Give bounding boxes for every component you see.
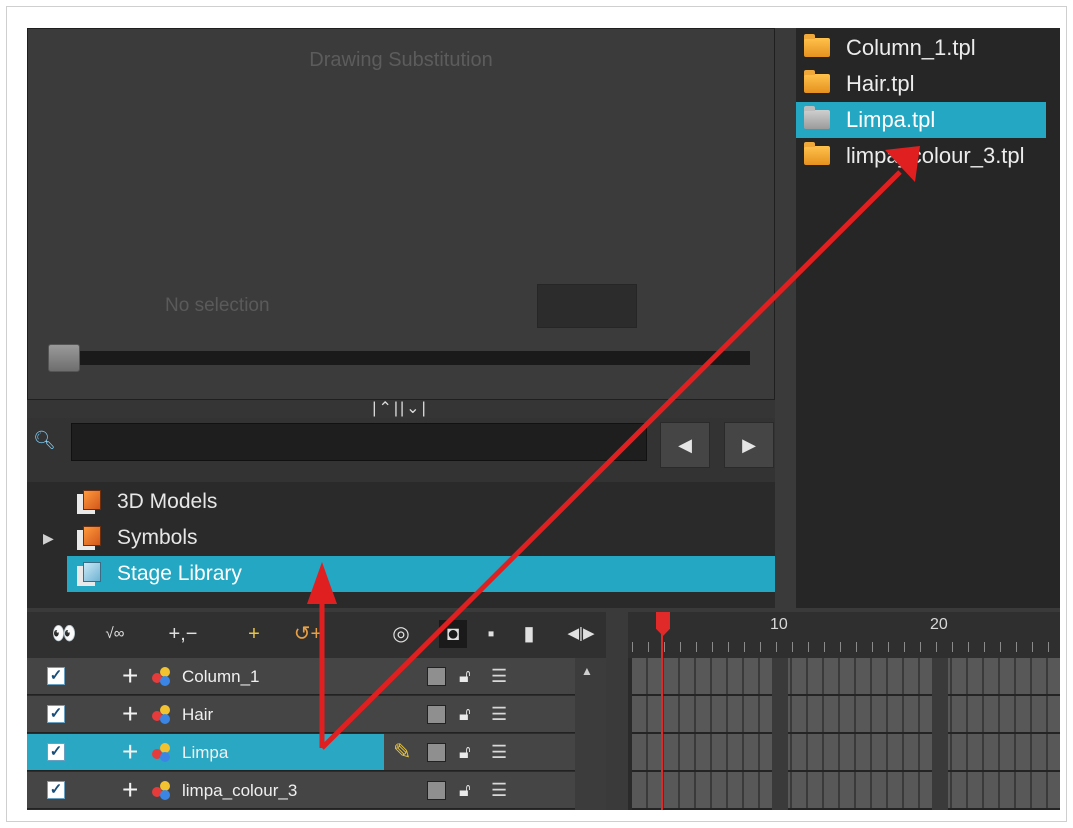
tree-item-stage-library[interactable]: Stage Library: [67, 556, 775, 592]
layer-stack-icon[interactable]: ☰: [491, 778, 507, 802]
layer-visibility-checkbox[interactable]: ✓: [47, 705, 65, 723]
peg-plus-icon: +: [122, 660, 139, 691]
folder-icon: [804, 34, 830, 57]
library-tree: 3D Models ▶ Symbols Stage Library: [27, 482, 775, 608]
lock-icon[interactable]: 🔓︎: [459, 664, 471, 688]
expand-arrow-icon[interactable]: ▶: [43, 520, 54, 556]
layer-stack-icon[interactable]: ☰: [491, 740, 507, 764]
search-icon: 🔍︎: [33, 430, 56, 450]
lock-icon[interactable]: 🔓︎: [459, 740, 471, 764]
pencil-icon: ✎: [393, 739, 412, 764]
layer-color-swatch[interactable]: [427, 743, 446, 762]
frame-number: 10: [770, 616, 788, 633]
layer-list: ✓ + Column_1 🔓︎ ☰ ✓ + Hair 🔓︎ ☰ ✓ + Limp…: [27, 658, 575, 810]
expand-collapse-icon[interactable]: ◀|▶: [563, 620, 599, 648]
layer-visibility-checkbox[interactable]: ✓: [47, 743, 65, 761]
show-hide-all-icon[interactable]: ◘: [439, 620, 467, 648]
layer-name: Limpa: [182, 743, 229, 762]
layer-color-swatch[interactable]: [427, 667, 446, 686]
peg-plus-icon: +: [122, 698, 139, 729]
library-search-bar: 🔍︎ ◀ ▶: [27, 418, 775, 482]
peg-plus-icon: +: [122, 774, 139, 805]
template-item[interactable]: Column_1.tpl: [796, 30, 1046, 66]
template-name: Hair.tpl: [846, 71, 915, 96]
layer-scrollbar[interactable]: ▲: [575, 658, 606, 810]
layer-stack-icon[interactable]: ☰: [491, 702, 507, 726]
timeline-splitter[interactable]: [606, 612, 628, 810]
lock-icon[interactable]: ▪: [479, 620, 503, 648]
symbols-icon: [77, 526, 103, 550]
add-delete-layers-icon[interactable]: +,−: [151, 620, 215, 648]
stage-library-icon: [77, 562, 103, 586]
drawing-layer-icon: [152, 743, 172, 763]
timeline-toolbar: 👀 √∞ +,− + ↺+ ◎ ◘ ▪ ▮ ◀|▶: [27, 612, 606, 658]
tree-item-label: 3D Models: [117, 490, 218, 513]
layer-name: limpa_colour_3: [182, 781, 298, 800]
add-peg-icon[interactable]: ↺+: [291, 620, 325, 648]
tree-item-label: Stage Library: [117, 562, 242, 585]
panel-splitter[interactable]: |⌃||⌄|: [27, 400, 775, 418]
enable-onion-skin-icon[interactable]: √∞: [97, 620, 133, 648]
template-item-selected[interactable]: Limpa.tpl: [796, 102, 1046, 138]
frame-cells[interactable]: [632, 658, 1060, 810]
previous-button[interactable]: ◀: [660, 422, 710, 468]
layer-color-swatch[interactable]: [427, 781, 446, 800]
scroll-up-icon[interactable]: ▲: [581, 664, 593, 678]
substitution-slider-thumb[interactable]: [48, 344, 80, 372]
show-thumbnails-icon[interactable]: ◎: [387, 620, 415, 648]
preview-box: [537, 284, 637, 328]
vertical-splitter[interactable]: [775, 28, 796, 608]
tree-item-label: Symbols: [117, 526, 198, 549]
frame-grid[interactable]: [628, 658, 1060, 810]
drawing-layer-icon: [152, 667, 172, 687]
template-name: Column_1.tpl: [846, 35, 976, 60]
layer-visibility-checkbox[interactable]: ✓: [47, 781, 65, 799]
frame-marker-20: [932, 658, 948, 810]
ruler-ticks: [632, 642, 1060, 652]
layer-row-selected[interactable]: ✓ + Limpa ✎ 🔓︎ ☰: [27, 734, 575, 771]
layer-color-icon[interactable]: ▮: [517, 620, 541, 648]
add-drawing-layer-icon[interactable]: +: [239, 620, 269, 648]
selection-status: No selection: [165, 295, 270, 316]
layer-name: Hair: [182, 705, 214, 724]
peg-plus-icon: +: [122, 736, 139, 767]
drawing-layer-icon: [152, 705, 172, 725]
folder-icon: [804, 70, 830, 93]
onion-skin-icon[interactable]: 👀: [49, 620, 79, 648]
frame-marker-10: [772, 658, 788, 810]
3d-models-icon: [77, 490, 103, 514]
template-name: Limpa.tpl: [846, 107, 936, 132]
frame-number: 20: [930, 616, 948, 633]
folder-icon: [804, 106, 830, 129]
layer-color-swatch[interactable]: [427, 705, 446, 724]
lock-icon[interactable]: 🔓︎: [459, 778, 471, 802]
drawing-layer-icon: [152, 781, 172, 801]
collapse-toggle[interactable]: |⌃||⌄|: [352, 400, 448, 418]
layer-visibility-checkbox[interactable]: ✓: [47, 667, 65, 685]
layer-name: Column_1: [182, 667, 260, 686]
next-button[interactable]: ▶: [724, 422, 774, 468]
panel-title: Drawing Substitution: [309, 49, 493, 71]
layer-row[interactable]: ✓ + Column_1 🔓︎ ☰: [27, 658, 575, 695]
search-input[interactable]: [71, 423, 647, 461]
drawing-substitution-panel: Drawing Substitution No selection: [27, 28, 775, 400]
layer-stack-icon[interactable]: ☰: [491, 664, 507, 688]
template-item[interactable]: Hair.tpl: [796, 66, 1046, 102]
layer-row[interactable]: ✓ + Hair 🔓︎ ☰: [27, 696, 575, 733]
template-name: limpa_colour_3.tpl: [846, 143, 1025, 168]
tree-item-symbols[interactable]: ▶ Symbols: [27, 520, 775, 556]
layer-row[interactable]: ✓ + limpa_colour_3 🔓︎ ☰: [27, 772, 575, 809]
substitution-slider-track[interactable]: [50, 351, 750, 365]
playhead[interactable]: [661, 612, 663, 810]
lock-icon[interactable]: 🔓︎: [459, 702, 471, 726]
template-item[interactable]: limpa_colour_3.tpl: [796, 138, 1046, 174]
tree-item-3d-models[interactable]: 3D Models: [27, 484, 775, 520]
folder-icon: [804, 142, 830, 165]
template-list: Column_1.tpl Hair.tpl Limpa.tpl limpa_co…: [796, 28, 1060, 608]
frame-ruler[interactable]: 10 20: [628, 612, 1060, 658]
